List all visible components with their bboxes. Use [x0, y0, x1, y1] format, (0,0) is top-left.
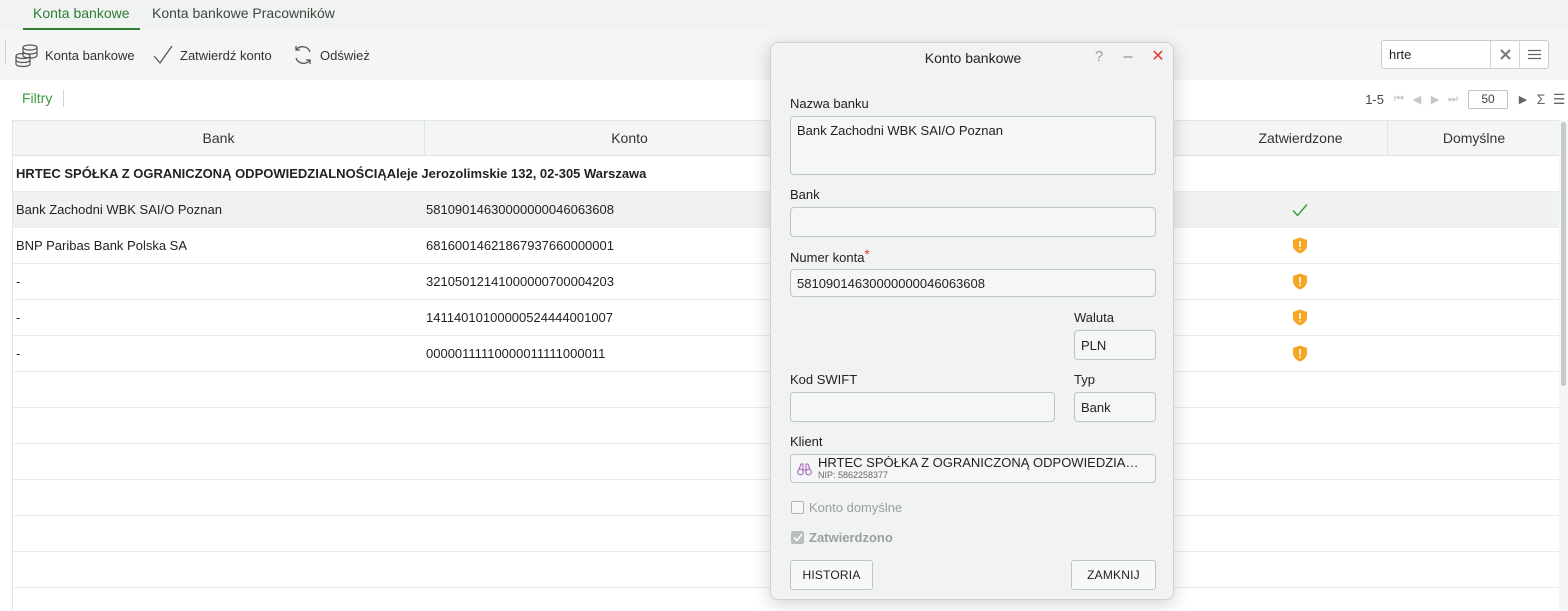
- warning-shield-icon: [1293, 237, 1307, 254]
- confirm-account-button[interactable]: Zatwierdź konto: [152, 40, 272, 70]
- close-dialog-button[interactable]: ✕: [1148, 46, 1168, 68]
- tab-konta-bankowe-pracownikow[interactable]: Konta bankowe Pracowników: [152, 0, 335, 30]
- currency-field[interactable]: PLN: [1074, 330, 1156, 360]
- toolbar-divider: [5, 40, 6, 64]
- client-nip: NIP: 5862258377: [818, 470, 889, 480]
- page: Konta bankowe Konta bankowe Pracowników …: [0, 0, 1568, 611]
- scrollbar-thumb[interactable]: [1561, 122, 1566, 386]
- checkmark-icon: [792, 533, 803, 542]
- coins-icon: [15, 43, 38, 67]
- clear-search-button[interactable]: [1490, 41, 1519, 68]
- bank-cell: -: [16, 274, 21, 289]
- account-cell: 58109014630000000046063608: [426, 202, 614, 217]
- close-button[interactable]: ZAMKNIJ: [1071, 560, 1156, 590]
- search-options-button[interactable]: [1519, 41, 1548, 68]
- filters-divider: [63, 90, 64, 107]
- tab-bar: Konta bankowe Konta bankowe Pracowników: [0, 0, 1568, 30]
- currency-label: Waluta: [1074, 310, 1114, 325]
- refresh-icon: [295, 46, 311, 64]
- bank-name-value: Bank Zachodni WBK SAI/O Poznan: [797, 123, 1003, 138]
- sum-icon[interactable]: Σ: [1534, 91, 1548, 107]
- approved-checkbox-row[interactable]: Zatwierdzono: [791, 530, 893, 545]
- bank-account-dialog: Konto bankowe ? – ✕ Nazwa banku Bank Zac…: [770, 42, 1174, 600]
- refresh-label: Odśwież: [320, 47, 370, 63]
- default-account-checkbox-row[interactable]: Konto domyślne: [791, 500, 902, 515]
- expand-icon[interactable]: ▶: [1516, 93, 1530, 106]
- warning-shield-icon: [1293, 273, 1307, 290]
- search-box: [1381, 40, 1549, 69]
- type-label: Typ: [1074, 372, 1095, 387]
- table-scrollbar[interactable]: [1559, 120, 1568, 611]
- dialog-title: Konto bankowe: [924, 50, 1022, 66]
- bank-label: Bank: [790, 187, 820, 202]
- type-field[interactable]: Bank: [1074, 392, 1156, 422]
- swift-field[interactable]: [790, 392, 1055, 422]
- accounts-button-label: Konta bankowe: [45, 47, 135, 63]
- binoculars-icon: [797, 462, 812, 475]
- column-header-bank[interactable]: Bank: [13, 121, 425, 156]
- accounts-button[interactable]: Konta bankowe: [14, 40, 135, 70]
- check-icon: [153, 45, 173, 65]
- history-button[interactable]: HISTORIA: [790, 560, 873, 590]
- help-button[interactable]: ?: [1089, 46, 1109, 68]
- columns-menu-icon[interactable]: ☰: [1552, 91, 1566, 108]
- bank-name-field[interactable]: Bank Zachodni WBK SAI/O Poznan: [790, 116, 1156, 175]
- column-header-domyslne[interactable]: Domyślne: [1388, 121, 1560, 156]
- prev-page-icon[interactable]: ◀: [1410, 93, 1424, 106]
- column-header-zatwierdzone[interactable]: Zatwierdzone: [1214, 121, 1388, 156]
- account-cell: 14114010100000524444001007: [426, 310, 614, 325]
- bank-cell: BNP Paribas Bank Polska SA: [16, 238, 188, 253]
- bank-field[interactable]: [790, 207, 1156, 237]
- pager-range: 1-5: [1365, 91, 1384, 107]
- default-account-checkbox[interactable]: [791, 501, 804, 514]
- client-text: HRTEC SPÓŁKA Z OGRANICZONĄ ODPOWIEDZIALN…: [818, 456, 1144, 481]
- type-value: Bank: [1081, 399, 1111, 415]
- last-page-icon[interactable]: ⏭: [1446, 93, 1460, 106]
- swift-label: Kod SWIFT: [790, 372, 858, 387]
- next-page-icon[interactable]: ▶: [1428, 93, 1442, 106]
- account-number-value: 58109014630000000046063608: [797, 275, 985, 291]
- warning-shield-icon: [1293, 345, 1307, 362]
- minimize-button[interactable]: –: [1118, 46, 1138, 68]
- client-name: HRTEC SPÓŁKA Z OGRANICZONĄ ODPOWIEDZIALN…: [818, 456, 1144, 470]
- refresh-button[interactable]: Odśwież: [292, 40, 370, 70]
- clear-icon: [1499, 49, 1511, 60]
- account-cell: 32105012141000000700004203: [426, 274, 614, 289]
- pager: 1-5 ⏮ ◀ ▶ ⏭ 50 ▶ Σ ☰: [1365, 88, 1566, 110]
- account-cell: 68160014621867937660000001: [426, 238, 614, 253]
- bank-cell: -: [16, 310, 21, 325]
- bank-cell: -: [16, 346, 21, 361]
- page-size-input[interactable]: 50: [1468, 89, 1508, 109]
- required-marker: *: [864, 246, 870, 262]
- account-number-field[interactable]: 58109014630000000046063608: [790, 269, 1156, 297]
- warning-shield-icon: [1293, 309, 1307, 326]
- search-input[interactable]: [1382, 41, 1490, 68]
- menu-icon: [1527, 49, 1541, 60]
- account-number-label: Numer konta*: [790, 246, 870, 265]
- first-page-icon[interactable]: ⏮: [1392, 93, 1406, 106]
- group-header-text: HRTEC SPÓŁKA Z OGRANICZONĄ ODPOWIEDZIALN…: [16, 166, 647, 181]
- confirm-account-label: Zatwierdź konto: [180, 47, 272, 63]
- account-cell: 00000111110000011111000011: [426, 346, 606, 361]
- account-number-label-text: Numer konta: [790, 250, 865, 265]
- bank-name-label: Nazwa banku: [790, 96, 869, 111]
- currency-value: PLN: [1081, 337, 1107, 353]
- client-label: Klient: [790, 434, 823, 449]
- tab-konta-bankowe[interactable]: Konta bankowe: [23, 0, 140, 30]
- approved-checkbox[interactable]: [791, 531, 804, 544]
- approved-label: Zatwierdzono: [809, 530, 893, 545]
- filters-link[interactable]: Filtry: [22, 90, 52, 106]
- default-account-label: Konto domyślne: [809, 500, 903, 515]
- bank-cell: Bank Zachodni WBK SAI/O Poznan: [16, 202, 222, 217]
- client-field[interactable]: HRTEC SPÓŁKA Z OGRANICZONĄ ODPOWIEDZIALN…: [790, 454, 1156, 483]
- approved-check-icon: [1292, 204, 1308, 217]
